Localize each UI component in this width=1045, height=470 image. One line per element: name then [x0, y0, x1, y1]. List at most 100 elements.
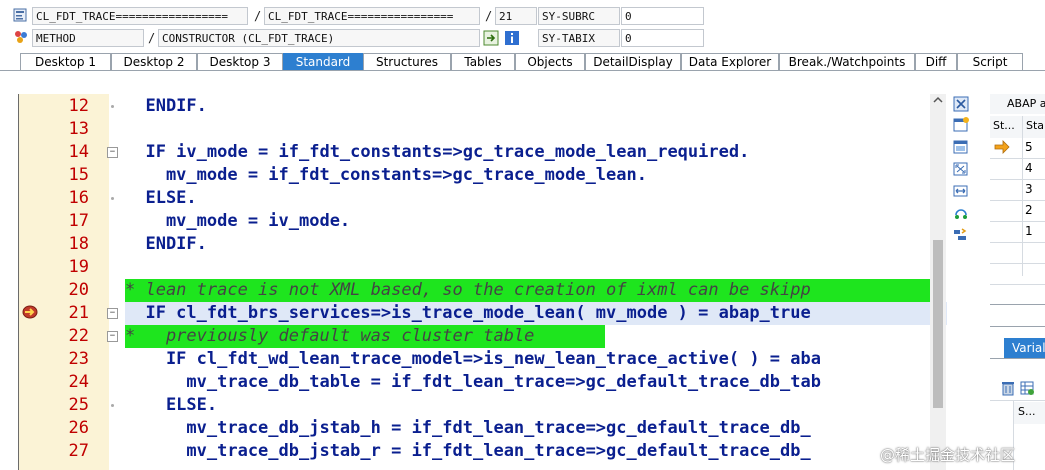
separator-slash: / [148, 31, 156, 45]
tab-standard[interactable]: Standard [283, 53, 363, 70]
watermark: @稀土掘金技术社区 [880, 446, 1016, 464]
code-text: ENDIF. [125, 96, 207, 116]
table-icon[interactable] [1019, 380, 1035, 396]
scroll-up-icon[interactable] [933, 96, 943, 104]
code-line-comment[interactable]: 22 − * previously default was cluster ta… [19, 325, 947, 348]
info-icon[interactable] [504, 30, 520, 46]
code-text: mv_mode = if_fdt_constants=>gc_trace_mod… [125, 165, 647, 185]
stack-level[interactable]: 5 [1023, 137, 1045, 158]
code-line[interactable]: 14 − IF iv_mode = if_fdt_constants=>gc_t… [19, 141, 947, 164]
program-icon [13, 8, 27, 22]
sy-tabix-label: SY-TABIX [538, 29, 620, 47]
code-text: mv_trace_db_jstab_r = if_fdt_lean_trace=… [125, 441, 811, 461]
event-type-field[interactable]: METHOD [32, 29, 144, 47]
stack-col-header[interactable]: St... [990, 116, 1022, 138]
split-window-icon[interactable] [952, 139, 970, 155]
code-text: * previously default was cluster table [125, 326, 535, 346]
code-line[interactable]: 23 IF cl_fdt_wd_lean_trace_model=>is_new… [19, 348, 947, 371]
line-number: 25 [68, 395, 89, 415]
code-text: IF cl_fdt_brs_services=>is_trace_mode_le… [125, 303, 811, 323]
close-icon[interactable] [952, 96, 970, 112]
abap-stack-panel: ABAP a St... Sta 5 4 3 2 1 Varial S... [990, 94, 1045, 470]
line-number: 27 [68, 441, 89, 461]
stack-level[interactable]: 2 [1023, 200, 1045, 221]
code-text: mv_trace_db_table = if_fdt_lean_trace=>g… [125, 372, 821, 392]
code-text: ELSE. [125, 395, 218, 415]
sy-tabix-value[interactable]: 0 [621, 29, 704, 47]
tab-objects[interactable]: Objects [515, 53, 585, 70]
source-code-editor[interactable]: 12 ENDIF. 13 14 − IF iv_mode = if_fdt_co… [18, 94, 947, 470]
delete-icon[interactable] [1000, 380, 1016, 396]
code-line[interactable]: 19 [19, 256, 947, 279]
new-window-icon[interactable] [952, 117, 970, 133]
scrollbar-thumb[interactable] [933, 240, 943, 408]
code-text: IF cl_fdt_wd_lean_trace_model=>is_new_le… [125, 349, 821, 369]
line-number: 16 [68, 188, 89, 208]
line-number: 24 [68, 372, 89, 392]
line-number: 18 [68, 234, 89, 254]
fold-collapse-icon[interactable]: − [107, 308, 118, 319]
tab-desktop-3[interactable]: Desktop 3 [197, 53, 283, 70]
fold-collapse-icon[interactable]: − [107, 147, 118, 158]
code-line[interactable]: 17 mv_mode = iv_mode. [19, 210, 947, 233]
tab-detaildisplay[interactable]: DetailDisplay [585, 53, 681, 70]
code-line[interactable]: 12 ENDIF. [19, 95, 947, 118]
sy-subrc-label: SY-SUBRC [538, 7, 620, 25]
code-text: ENDIF. [125, 234, 207, 254]
line-number: 13 [68, 119, 89, 139]
code-line[interactable]: 26 mv_trace_db_jstab_h = if_fdt_lean_tra… [19, 417, 947, 440]
separator-slash: / [254, 9, 262, 23]
stack-level[interactable]: 3 [1023, 179, 1045, 200]
tab-desktop-1[interactable]: Desktop 1 [20, 53, 111, 70]
code-text: * lean trace is not XML based, so the cr… [125, 280, 811, 300]
line-number: 19 [68, 257, 89, 277]
code-text: ELSE. [125, 188, 197, 208]
code-line[interactable]: 15 mv_mode = if_fdt_constants=>gc_trace_… [19, 164, 947, 187]
fold-collapse-icon[interactable]: − [107, 331, 118, 342]
code-text: IF iv_mode = if_fdt_constants=>gc_trace_… [125, 142, 750, 162]
editor-toolbar [948, 94, 974, 254]
tab-breakpoints-watchpoints[interactable]: Break./Watchpoints [779, 53, 915, 70]
tab-tables[interactable]: Tables [451, 53, 515, 70]
stack-level[interactable]: 4 [1023, 158, 1045, 179]
code-line[interactable]: 18 ENDIF. [19, 233, 947, 256]
tab-structures[interactable]: Structures [363, 53, 451, 70]
code-line[interactable]: 13 [19, 118, 947, 141]
tab-data-explorer[interactable]: Data Explorer [681, 53, 779, 70]
stack-level[interactable]: 1 [1023, 221, 1045, 242]
tab-diff[interactable]: Diff [915, 53, 957, 70]
code-line-comment[interactable]: 20 * lean trace is not XML based, so the… [19, 279, 947, 302]
code-line[interactable]: 16 ELSE. [19, 187, 947, 210]
line-number: 23 [68, 349, 89, 369]
separator-slash: / [485, 9, 493, 23]
replace-tool-icon[interactable] [952, 205, 970, 221]
current-line-arrow-icon [994, 140, 1010, 154]
editor-scrollbar[interactable] [930, 94, 946, 470]
tool-settings-icon[interactable] [952, 227, 970, 243]
variables-col-header[interactable]: S... [1014, 402, 1045, 424]
code-line[interactable]: 27 mv_trace_db_jstab_r = if_fdt_lean_tra… [19, 440, 947, 463]
stretch-icon[interactable] [952, 183, 970, 199]
code-text: mv_mode = iv_mode. [125, 211, 351, 231]
event-field[interactable]: CONSTRUCTOR (CL_FDT_TRACE) [158, 29, 480, 47]
code-line[interactable]: 24 mv_trace_db_table = if_fdt_lean_trace… [19, 371, 947, 394]
tab-variables[interactable]: Varial [1004, 338, 1045, 358]
program-field[interactable]: CL_FDT_TRACE================= [32, 7, 248, 25]
line-number: 15 [68, 165, 89, 185]
tab-script[interactable]: Script [957, 53, 1023, 70]
code-line-current[interactable]: 21 − IF cl_fdt_brs_services=>is_trace_mo… [19, 302, 947, 325]
stack-level-col-header[interactable]: Sta [1023, 116, 1045, 138]
line-number-field[interactable]: 21 [495, 7, 537, 25]
line-number: 14 [68, 142, 89, 162]
fold-guide [111, 105, 114, 108]
tab-desktop-2[interactable]: Desktop 2 [111, 53, 197, 70]
include-field[interactable]: CL_FDT_TRACE================ [264, 7, 480, 25]
line-number: 22 [68, 326, 89, 346]
sy-subrc-value[interactable]: 0 [621, 7, 704, 25]
method-icon [15, 31, 27, 43]
code-line[interactable]: 25 ELSE. [19, 394, 947, 417]
line-number: 21 [68, 303, 89, 323]
stack-panel-title: ABAP a [990, 94, 1045, 114]
navigate-icon[interactable] [483, 30, 499, 46]
maximize-icon[interactable] [952, 161, 970, 177]
